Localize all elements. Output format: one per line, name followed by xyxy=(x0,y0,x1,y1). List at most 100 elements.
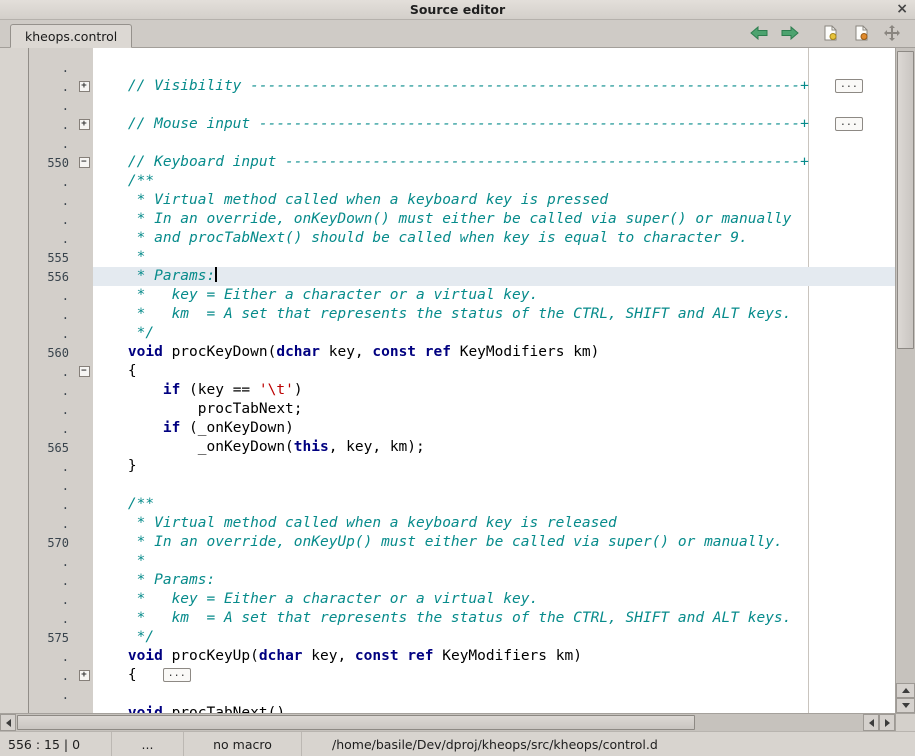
code-line[interactable]: . if (_onKeyDown) xyxy=(29,419,895,438)
code-line[interactable]: .+ // Visibility -----------------------… xyxy=(29,77,895,96)
code-line[interactable]: . * key = Either a character or a virtua… xyxy=(29,286,895,305)
code-line[interactable]: . * In an override, onKeyDown() must eit… xyxy=(29,210,895,229)
fold-expand-icon[interactable]: + xyxy=(79,670,90,681)
code-line[interactable]: . if (key == '\t') xyxy=(29,381,895,400)
code-line[interactable]: 570 * In an override, onKeyUp() must eit… xyxy=(29,533,895,552)
fold-expand-icon[interactable]: + xyxy=(79,119,90,130)
code-line[interactable]: 565 _onKeyDown(this, key, km); xyxy=(29,438,895,457)
code-text: // Mouse input -------------------------… xyxy=(93,115,895,134)
window-close-button[interactable]: × xyxy=(896,1,908,17)
gutter-dot: . xyxy=(29,384,75,398)
code-text: * key = Either a character or a virtual … xyxy=(93,590,895,609)
go-forward-icon[interactable] xyxy=(781,25,799,41)
title-bar: Source editor × xyxy=(0,0,915,20)
horizontal-scrollbar-trough[interactable] xyxy=(16,714,863,731)
fold-collapse-icon[interactable]: − xyxy=(79,366,90,377)
code-line[interactable]: . xyxy=(29,96,895,115)
gutter-dot: . xyxy=(29,612,75,626)
status-bar: 556 : 15 | 0 ... no macro /home/basile/D… xyxy=(0,731,915,756)
folded-block-button[interactable]: ... xyxy=(163,668,191,682)
go-back-icon[interactable] xyxy=(750,25,768,41)
code-text: // Visibility --------------------------… xyxy=(93,77,895,96)
code-line[interactable]: . * Virtual method called when a keyboar… xyxy=(29,514,895,533)
tab-kheops-control[interactable]: kheops.control xyxy=(10,24,132,48)
gutter-dot: . xyxy=(29,650,75,664)
right-arrow-icon xyxy=(885,719,890,727)
folded-block-button[interactable]: ... xyxy=(835,79,863,93)
save-document-icon[interactable] xyxy=(821,25,839,41)
gutter-dot: . xyxy=(29,688,75,702)
gutter-line-number: 555 xyxy=(29,251,75,265)
vertical-scrollbar-trough[interactable] xyxy=(896,48,915,683)
scroll-left-button[interactable] xyxy=(0,714,16,731)
code-text: if (_onKeyDown) xyxy=(93,419,895,438)
tab-label: kheops.control xyxy=(25,29,117,44)
text-caret xyxy=(215,267,217,282)
code-line[interactable]: 556 * Params: xyxy=(29,267,895,286)
code-line[interactable]: .+ {... xyxy=(29,666,895,685)
code-line[interactable]: . xyxy=(29,134,895,153)
code-text: { xyxy=(93,362,895,381)
fold-expand-icon[interactable]: + xyxy=(79,81,90,92)
code-editor[interactable]: ..+ // Visibility ----------------------… xyxy=(28,48,895,713)
code-line[interactable]: 555 * xyxy=(29,248,895,267)
scroll-up-button[interactable] xyxy=(896,683,915,698)
gutter-dot: . xyxy=(29,403,75,417)
fold-collapse-icon[interactable]: − xyxy=(79,157,90,168)
horizontal-scrollbar[interactable] xyxy=(0,713,895,731)
code-line[interactable]: . /** xyxy=(29,172,895,191)
code-line[interactable]: 560 void procKeyDown(dchar key, const re… xyxy=(29,343,895,362)
code-line[interactable]: 575 */ xyxy=(29,628,895,647)
code-line[interactable]: . void procTabNext() xyxy=(29,704,895,713)
code-line[interactable]: . xyxy=(29,685,895,704)
save-document-as-icon[interactable] xyxy=(852,25,870,41)
scroll-left-button-secondary[interactable] xyxy=(863,714,879,731)
editor-toolbar xyxy=(750,25,909,47)
code-line[interactable]: . * key = Either a character or a virtua… xyxy=(29,590,895,609)
code-text: * xyxy=(93,552,895,571)
vertical-scrollbar[interactable] xyxy=(895,48,915,713)
gutter-line-number: 556 xyxy=(29,270,75,284)
code-text: * km = A set that represents the status … xyxy=(93,609,895,628)
gutter-line-number: 565 xyxy=(29,441,75,455)
code-line[interactable]: . xyxy=(29,58,895,77)
folded-block-button[interactable]: ... xyxy=(835,117,863,131)
detach-editor-icon[interactable] xyxy=(883,25,901,41)
gutter-dot: . xyxy=(29,61,75,75)
code-text: /** xyxy=(93,495,895,514)
vertical-scrollbar-thumb[interactable] xyxy=(897,51,914,349)
window-margin xyxy=(0,48,28,713)
code-line[interactable]: . * and procTabNext() should be called w… xyxy=(29,229,895,248)
code-line[interactable]: . * Virtual method called when a keyboar… xyxy=(29,191,895,210)
code-line[interactable]: . * Params: xyxy=(29,571,895,590)
code-text: void procKeyDown(dchar key, const ref Ke… xyxy=(93,343,895,362)
scroll-down-button[interactable] xyxy=(896,698,915,713)
code-line[interactable]: . } xyxy=(29,457,895,476)
code-line[interactable]: .− { xyxy=(29,362,895,381)
gutter-dot: . xyxy=(29,118,75,132)
code-line[interactable]: . /** xyxy=(29,495,895,514)
gutter-dot: . xyxy=(29,365,75,379)
gutter-dot: . xyxy=(29,479,75,493)
code-line[interactable]: . procTabNext; xyxy=(29,400,895,419)
code-line[interactable]: . xyxy=(29,476,895,495)
scroll-right-button[interactable] xyxy=(879,714,895,731)
code-line[interactable]: . void procKeyUp(dchar key, const ref Ke… xyxy=(29,647,895,666)
code-line[interactable]: . * xyxy=(29,552,895,571)
code-text: {... xyxy=(93,666,895,685)
code-text: * key = Either a character or a virtual … xyxy=(93,286,895,305)
code-line[interactable]: . + // Mouse input ----------------------… xyxy=(29,115,895,134)
gutter-dot: . xyxy=(29,517,75,531)
code-text: * In an override, onKeyDown() must eithe… xyxy=(93,210,895,229)
gutter-dot: . xyxy=(29,232,75,246)
code-line[interactable]: 550− // Keyboard input -----------------… xyxy=(29,153,895,172)
code-text: * Params: xyxy=(93,571,895,590)
horizontal-scrollbar-thumb[interactable] xyxy=(17,715,695,730)
fold-column: + xyxy=(75,119,93,130)
scrollbar-corner xyxy=(895,713,915,731)
code-line[interactable]: . */ xyxy=(29,324,895,343)
gutter-dot: . xyxy=(29,498,75,512)
code-text: * Virtual method called when a keyboard … xyxy=(93,514,895,533)
code-line[interactable]: . * km = A set that represents the statu… xyxy=(29,305,895,324)
code-line[interactable]: . * km = A set that represents the statu… xyxy=(29,609,895,628)
